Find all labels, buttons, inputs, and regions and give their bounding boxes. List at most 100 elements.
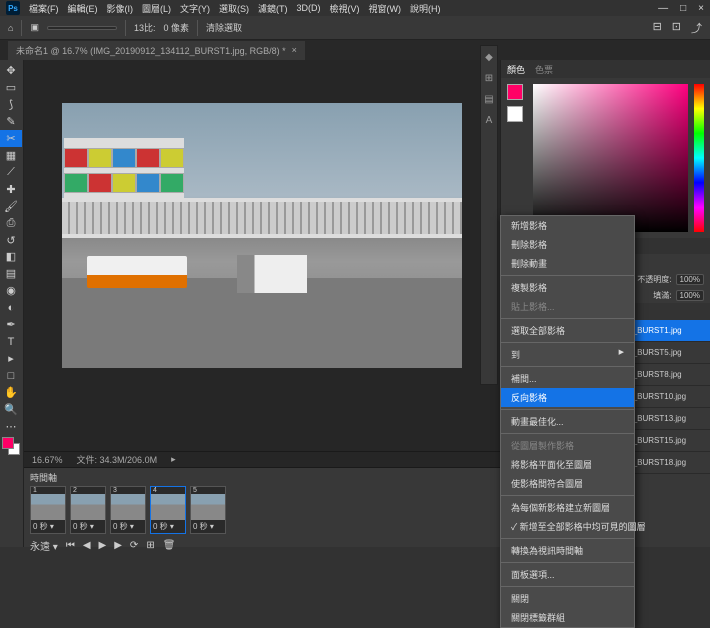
color-picker-field[interactable]	[533, 84, 688, 232]
swatches-tab[interactable]: 色票	[535, 63, 553, 76]
document-canvas[interactable]	[62, 103, 462, 368]
foreground-color[interactable]	[2, 437, 14, 449]
gradient-tool[interactable]: ▤	[0, 265, 22, 282]
window-close[interactable]: ×	[698, 3, 704, 14]
move-tool[interactable]: ✥	[0, 62, 22, 79]
foreground-background-swatch[interactable]	[2, 437, 20, 455]
timeline-title: 時間軸	[30, 471, 57, 484]
eyedropper-tool[interactable]: ⟋	[0, 164, 22, 181]
history-brush-tool[interactable]: ↺	[0, 232, 22, 249]
context-menu-item[interactable]: 新增影格	[501, 216, 634, 235]
document-tab-close[interactable]: ×	[292, 45, 297, 55]
context-menu-item[interactable]: 選取全部影格	[501, 321, 634, 340]
edit-toolbar[interactable]: ⋯	[0, 418, 22, 435]
delete-frame-button[interactable]: 🗑	[163, 540, 176, 551]
ratio-label: 13比:	[134, 21, 156, 34]
prev-frame-button[interactable]: ◀	[83, 540, 91, 551]
timeline-panel: 時間軸 10 秒 ▾ 20 秒 ▾ 30 秒 ▾ 40 秒 ▾ 50 秒 ▾ 永…	[24, 467, 500, 547]
context-menu-item[interactable]: 為每個新影格建立新圖層	[501, 498, 634, 517]
lasso-tool[interactable]: ⟆	[0, 96, 22, 113]
eraser-tool[interactable]: ◧	[0, 248, 22, 265]
healing-tool[interactable]: ✚	[0, 181, 22, 198]
menu-window[interactable]: 視窗(W)	[369, 2, 402, 15]
context-menu-item[interactable]: 關閉標籤群組	[501, 608, 634, 627]
opacity-label: 不透明度:	[637, 274, 671, 285]
context-menu-item[interactable]: 轉換為視訊時間軸	[501, 541, 634, 560]
fill-value[interactable]: 100%	[676, 290, 704, 301]
menu-edit[interactable]: 編輯(E)	[68, 2, 98, 15]
context-menu-item[interactable]: 反向影格	[501, 388, 634, 407]
context-menu-item[interactable]: 刪除動畫	[501, 254, 634, 273]
context-menu-item[interactable]: 複製影格	[501, 278, 634, 297]
marquee-tool[interactable]: ▭	[0, 79, 22, 96]
workspace-icon[interactable]: ⊡	[672, 20, 681, 36]
share-icon[interactable]: ⤴	[691, 20, 702, 36]
canvas-area: 16.67% 文件: 34.3M/206.0M ▸ 時間軸 10 秒 ▾ 20 …	[24, 60, 500, 547]
context-menu-item[interactable]: 關閉	[501, 589, 634, 608]
menu-type[interactable]: 文字(Y)	[180, 2, 210, 15]
collapsed-panel-icon[interactable]: ◆	[485, 52, 493, 63]
menu-view[interactable]: 檢視(V)	[330, 2, 360, 15]
loop-dropdown[interactable]: 永遠 ▾	[30, 538, 58, 553]
color-bg-swatch[interactable]	[507, 106, 523, 122]
menu-bar: Ps 檔案(F) 編輯(E) 影像(I) 圖層(L) 文字(Y) 選取(S) 濾…	[0, 0, 710, 16]
context-menu-item[interactable]: 到	[501, 345, 634, 364]
stamp-tool[interactable]: ⎙	[0, 215, 22, 232]
collapsed-panel-strip[interactable]: ◆ ⊞ ▤ A	[480, 45, 498, 385]
context-menu-item[interactable]: 刪除影格	[501, 235, 634, 254]
blur-tool[interactable]: ◉	[0, 282, 22, 299]
path-select-tool[interactable]: ▸	[0, 350, 22, 367]
timeline-frame[interactable]: 30 秒 ▾	[110, 486, 146, 534]
hue-slider[interactable]	[694, 84, 704, 232]
canvas-viewport[interactable]	[24, 60, 500, 451]
tween-button[interactable]: ⟳	[130, 540, 138, 551]
home-icon[interactable]: ⌂	[8, 23, 13, 33]
frame-tool[interactable]: ▦	[0, 147, 22, 164]
hand-tool[interactable]: ✋	[0, 384, 22, 401]
context-menu-item[interactable]: 動畫最佳化...	[501, 412, 634, 431]
timeline-frame[interactable]: 20 秒 ▾	[70, 486, 106, 534]
timeline-frame[interactable]: 50 秒 ▾	[190, 486, 226, 534]
menu-image[interactable]: 影像(I)	[107, 2, 134, 15]
opacity-value[interactable]: 100%	[676, 274, 704, 285]
zoom-tool[interactable]: 🔍	[0, 401, 22, 418]
menu-help[interactable]: 說明(H)	[410, 2, 441, 15]
ratio-value: 0 像素	[163, 21, 189, 34]
crop-tool[interactable]: ✂	[0, 130, 22, 147]
dodge-tool[interactable]: ◐	[0, 299, 22, 316]
timeline-frame[interactable]: 10 秒 ▾	[30, 486, 66, 534]
brush-tool[interactable]: 🖌	[0, 198, 22, 215]
crop-tool-icon[interactable]: ▣	[30, 22, 39, 33]
quick-select-tool[interactable]: ✎	[0, 113, 22, 130]
pen-tool[interactable]: ✒	[0, 316, 22, 333]
context-menu-item[interactable]: ✓ 新增至全部影格中均可見的圖層	[501, 517, 634, 536]
menu-select[interactable]: 選取(S)	[219, 2, 249, 15]
play-button[interactable]: ▶	[99, 540, 107, 551]
clear-selection-button[interactable]: 清除選取	[206, 21, 242, 34]
shape-tool[interactable]: □	[0, 367, 22, 384]
first-frame-button[interactable]: ⏮	[66, 540, 75, 551]
new-frame-button[interactable]: ⊞	[146, 540, 154, 551]
type-tool[interactable]: T	[0, 333, 22, 350]
context-menu-item[interactable]: 補間...	[501, 369, 634, 388]
next-frame-button[interactable]: ▶	[114, 540, 122, 551]
color-tab[interactable]: 顏色	[507, 63, 525, 76]
zoom-level[interactable]: 16.67%	[32, 455, 63, 465]
menu-file[interactable]: 檔案(F)	[29, 2, 59, 15]
context-menu-item[interactable]: 面板選項...	[501, 565, 634, 584]
menu-layer[interactable]: 圖層(L)	[142, 2, 171, 15]
search-icon[interactable]: ⊟	[653, 20, 662, 36]
context-menu-item[interactable]: 將影格平面化至圖層	[501, 455, 634, 474]
crop-preset-dropdown[interactable]	[47, 26, 117, 30]
window-maximize[interactable]: □	[680, 3, 686, 14]
document-tab[interactable]: 未命名1 @ 16.7% (IMG_20190912_134112_BURST1…	[8, 41, 305, 60]
timeline-frame[interactable]: 40 秒 ▾	[150, 486, 186, 534]
menu-filter[interactable]: 濾鏡(T)	[258, 2, 288, 15]
collapsed-panel-icon[interactable]: ▤	[484, 94, 493, 105]
collapsed-panel-icon[interactable]: ⊞	[485, 73, 493, 84]
window-minimize[interactable]: —	[658, 3, 668, 14]
context-menu-item[interactable]: 使影格間符合圖層	[501, 474, 634, 493]
collapsed-panel-icon[interactable]: A	[486, 115, 493, 126]
color-fg-swatch[interactable]	[507, 84, 523, 100]
menu-3d[interactable]: 3D(D)	[297, 3, 321, 13]
